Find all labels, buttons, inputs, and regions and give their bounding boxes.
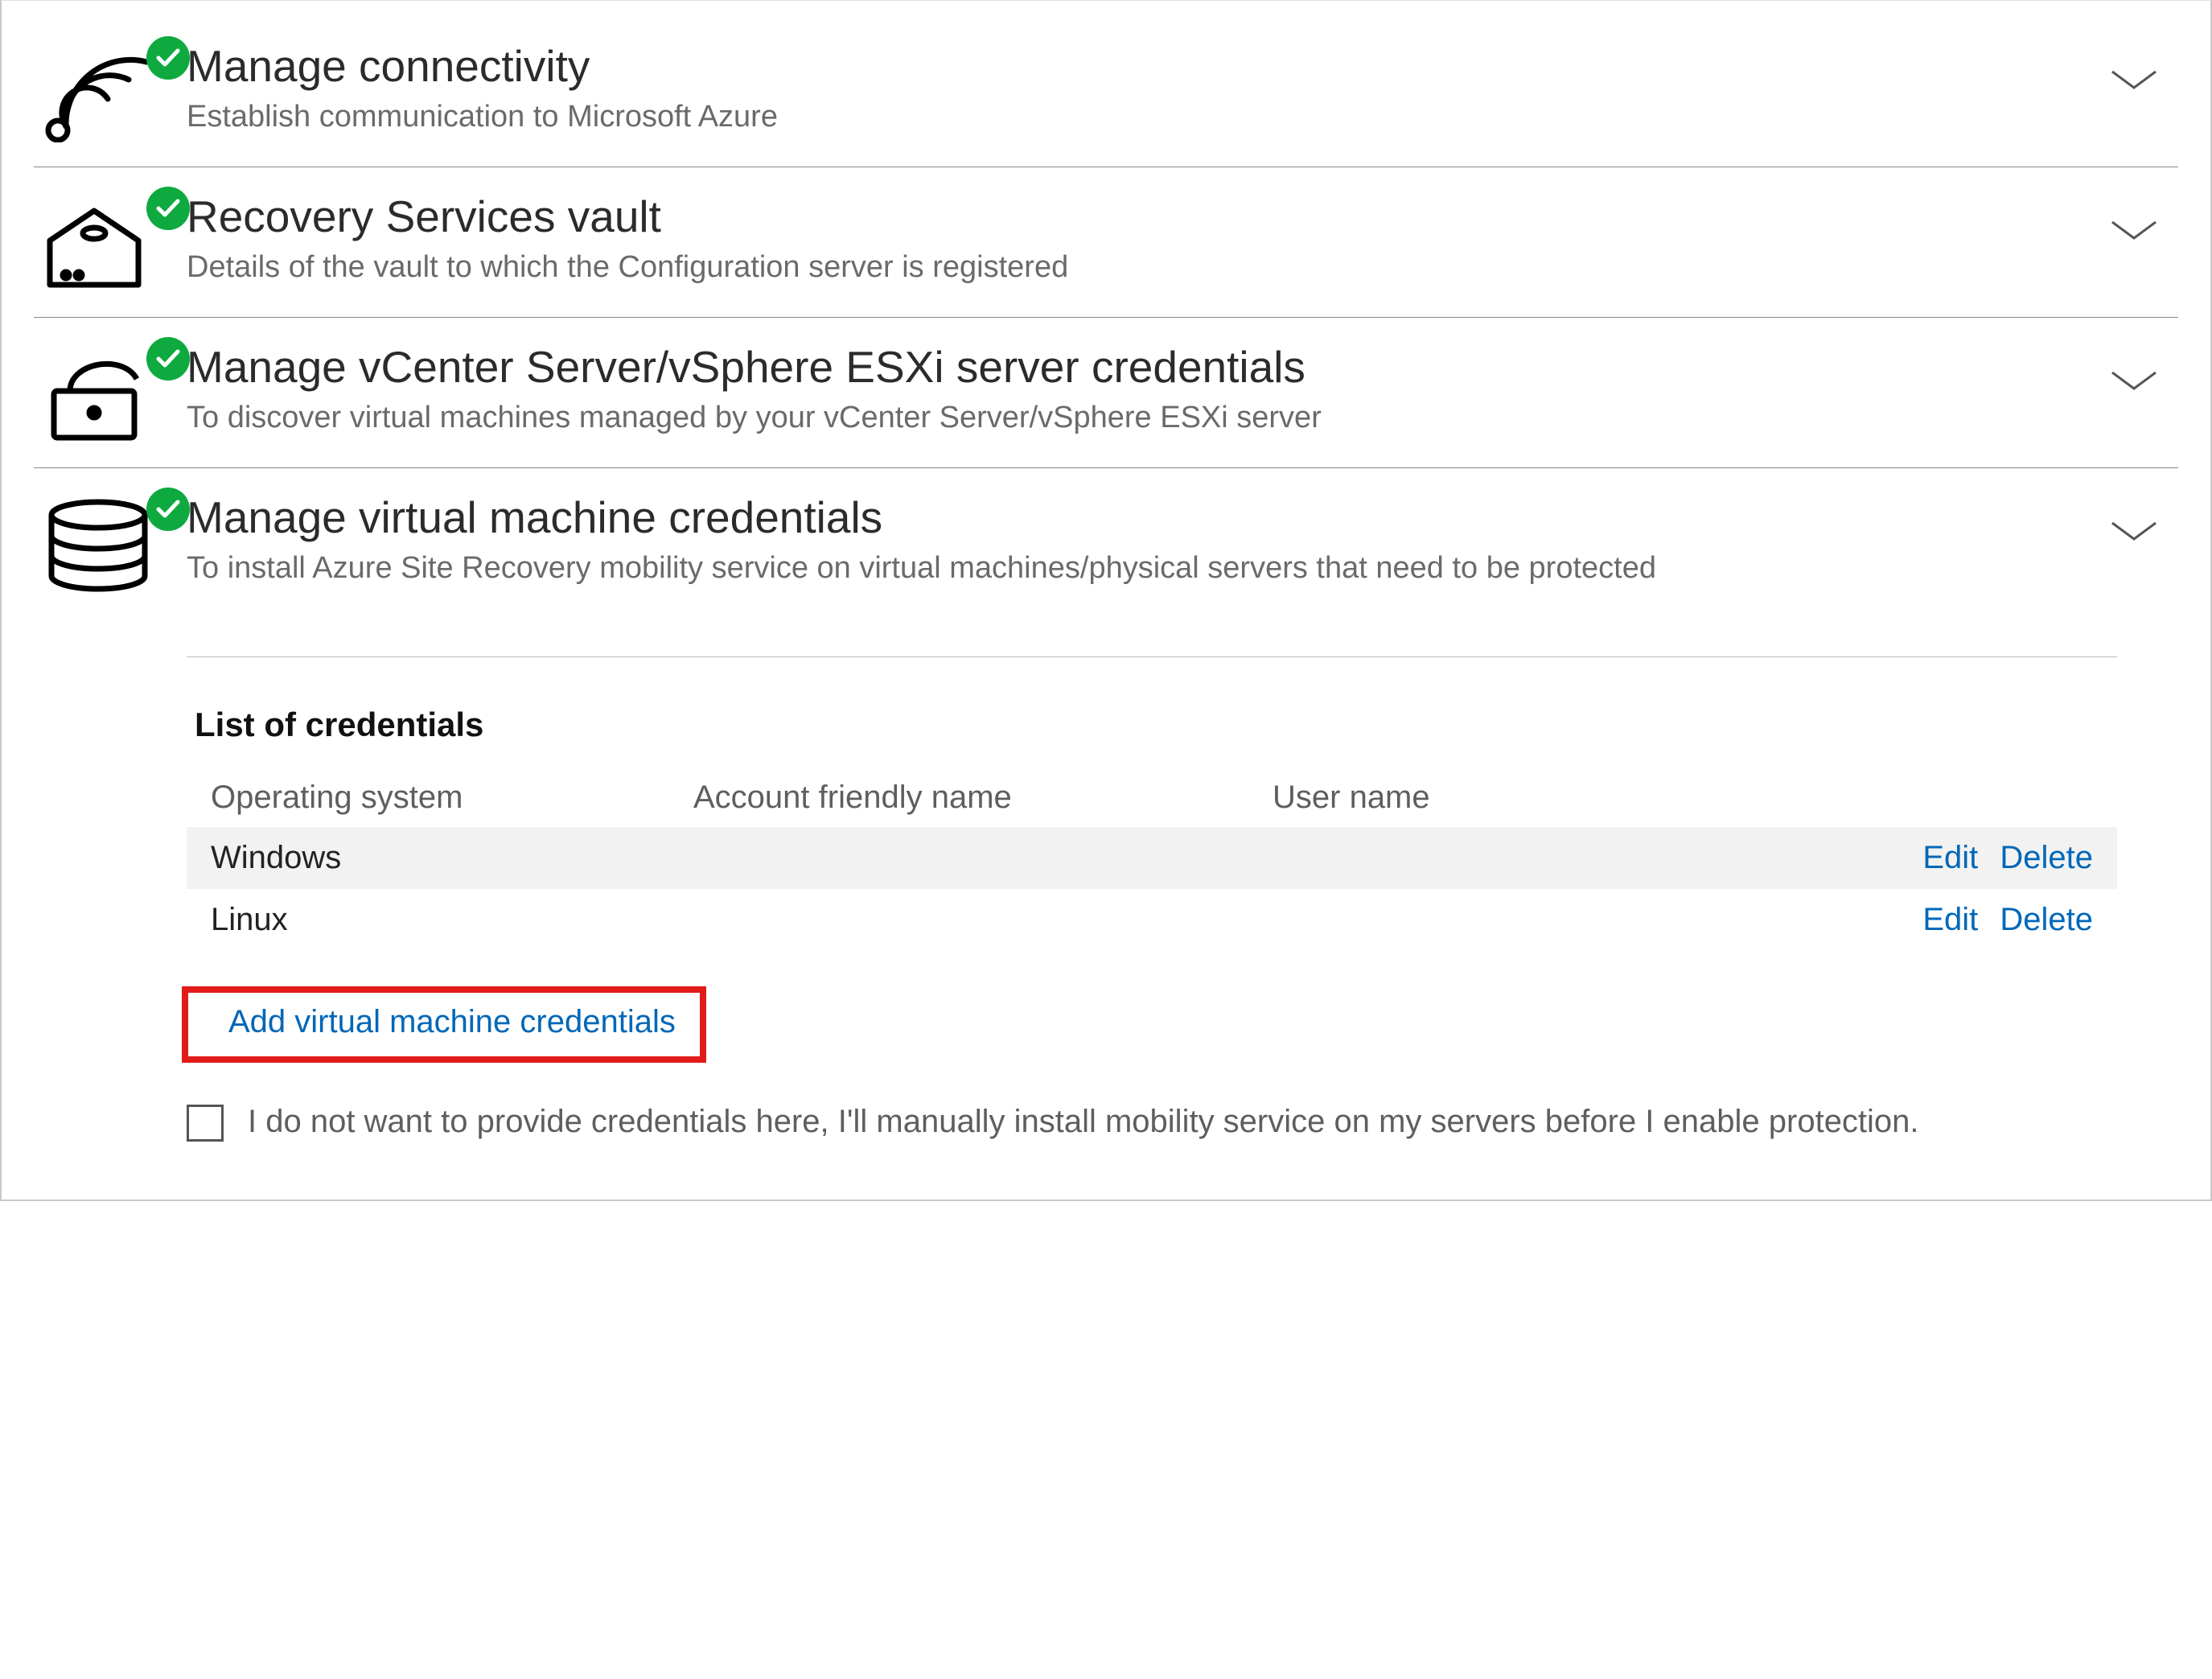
section-title: Manage connectivity	[187, 41, 2098, 92]
check-badge-icon	[146, 187, 190, 230]
check-badge-icon	[146, 488, 190, 531]
chevron-down-icon[interactable]	[2098, 492, 2170, 544]
section-recovery-vault[interactable]: Recovery Services vault Details of the v…	[34, 167, 2178, 318]
table-row: Windows Edit Delete	[187, 827, 2117, 889]
lock-icon	[34, 342, 187, 443]
check-badge-icon	[146, 337, 190, 381]
cell-user	[1273, 902, 1755, 938]
cell-os: Windows	[211, 840, 693, 876]
vault-icon	[34, 191, 187, 293]
section-desc: To discover virtual machines managed by …	[187, 397, 1876, 438]
section-desc: To install Azure Site Recovery mobility …	[187, 548, 1876, 589]
section-vm-credentials[interactable]: Manage virtual machine credentials To in…	[34, 468, 2178, 1167]
opt-out-label: I do not want to provide credentials her…	[248, 1100, 1919, 1143]
table-header: Operating system Account friendly name U…	[187, 768, 2117, 827]
delete-link[interactable]: Delete	[2000, 902, 2093, 937]
chevron-down-icon[interactable]	[2098, 191, 2170, 243]
section-title: Manage virtual machine credentials	[187, 492, 2098, 543]
col-os: Operating system	[211, 780, 693, 816]
credentials-list-title: List of credentials	[195, 706, 2117, 744]
opt-out-checkbox[interactable]	[187, 1105, 224, 1142]
section-title: Manage vCenter Server/vSphere ESXi serve…	[187, 342, 2098, 393]
check-badge-icon	[146, 36, 190, 80]
add-credentials-highlight: Add virtual machine credentials	[182, 986, 706, 1063]
vm-credentials-body: List of credentials Operating system Acc…	[187, 594, 2117, 1143]
chevron-down-icon[interactable]	[2098, 342, 2170, 393]
cell-os: Linux	[211, 902, 693, 938]
section-manage-connectivity[interactable]: Manage connectivity Establish communicat…	[34, 17, 2178, 167]
opt-out-row[interactable]: I do not want to provide credentials her…	[187, 1100, 2117, 1143]
cell-friendly	[693, 902, 1273, 938]
cell-user	[1273, 840, 1755, 876]
section-desc: Establish communication to Microsoft Azu…	[187, 97, 1876, 138]
section-vcenter-credentials[interactable]: Manage vCenter Server/vSphere ESXi serve…	[34, 318, 2178, 468]
credentials-table: Operating system Account friendly name U…	[187, 768, 2117, 951]
section-title: Recovery Services vault	[187, 191, 2098, 242]
edit-link[interactable]: Edit	[1922, 840, 1978, 875]
add-vm-credentials-link[interactable]: Add virtual machine credentials	[228, 1004, 676, 1039]
section-desc: Details of the vault to which the Config…	[187, 247, 1876, 288]
chevron-down-icon[interactable]	[2098, 41, 2170, 93]
col-user: User name	[1273, 780, 1755, 816]
col-friendly: Account friendly name	[693, 780, 1273, 816]
cell-friendly	[693, 840, 1273, 876]
edit-link[interactable]: Edit	[1922, 902, 1978, 937]
connectivity-icon	[34, 41, 187, 142]
config-server-page: Manage connectivity Establish communicat…	[0, 0, 2212, 1201]
delete-link[interactable]: Delete	[2000, 840, 2093, 875]
table-row: Linux Edit Delete	[187, 889, 2117, 951]
divider	[187, 656, 2117, 657]
database-icon	[34, 492, 187, 594]
